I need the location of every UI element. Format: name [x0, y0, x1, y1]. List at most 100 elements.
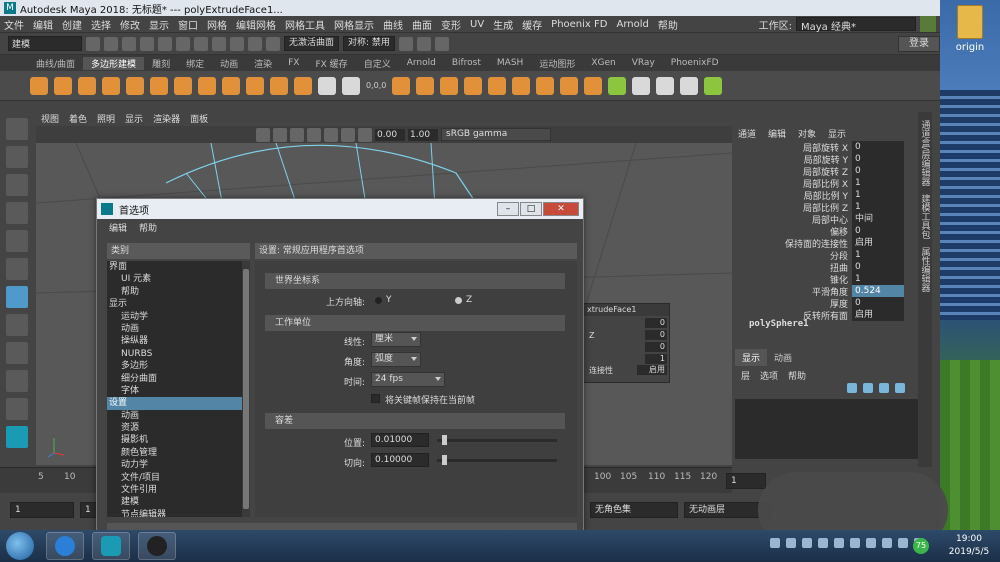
select-hierarchy-icon[interactable]: [176, 36, 190, 51]
color-space-select[interactable]: sRGB gamma: [441, 128, 551, 141]
angular-select[interactable]: 弧度: [371, 352, 421, 367]
units-section[interactable]: 工作单位: [265, 315, 565, 331]
select-tool-icon[interactable]: [6, 118, 28, 140]
poly-cylinder-icon[interactable]: [78, 76, 96, 95]
bridge-icon[interactable]: [512, 76, 531, 95]
channel-value[interactable]: 0: [852, 141, 904, 153]
tangent-field[interactable]: 0.10000: [371, 453, 429, 467]
snap-together-icon[interactable]: [342, 76, 360, 95]
position-slider-handle[interactable]: [442, 435, 447, 445]
save-scene-icon[interactable]: [122, 36, 136, 51]
vp-menu-renderer[interactable]: 渲染器: [153, 112, 180, 126]
cb-menu-show[interactable]: 显示: [828, 127, 846, 141]
smooth-shade-icon[interactable]: [273, 127, 287, 142]
lasso-tool-icon[interactable]: [6, 146, 28, 168]
poly-disc-icon[interactable]: [174, 76, 192, 95]
float-value[interactable]: 1: [645, 354, 667, 364]
channel-value[interactable]: 1: [852, 177, 904, 189]
symmetry-field[interactable]: 对称: 禁用: [343, 36, 395, 51]
vp-menu-panels[interactable]: 面板: [190, 112, 208, 126]
menu-mesh[interactable]: 网格: [207, 17, 227, 32]
transfer-attr-icon[interactable]: [318, 76, 336, 95]
shelf-tab[interactable]: 动画: [212, 57, 246, 70]
layer-menu-options[interactable]: 选项: [760, 369, 778, 382]
exposure-field[interactable]: 0.00: [375, 128, 405, 141]
separate-icon[interactable]: [416, 76, 435, 95]
shadows-icon[interactable]: [324, 127, 338, 142]
menu-create[interactable]: 创建: [62, 17, 82, 32]
poly-cube-icon[interactable]: [54, 76, 72, 95]
minimize-button[interactable]: –: [497, 202, 519, 216]
combine-icon[interactable]: [392, 76, 411, 95]
shelf-tab[interactable]: Bifrost: [444, 58, 489, 68]
channel-value[interactable]: 0: [852, 261, 904, 273]
render-icon[interactable]: [398, 36, 413, 51]
live-surface-field[interactable]: 无激活曲面: [284, 36, 340, 51]
channel-row[interactable]: 扭曲 0: [736, 261, 912, 274]
vp-menu-lighting[interactable]: 照明: [97, 112, 115, 126]
tray-icon[interactable]: [882, 538, 892, 548]
menu-generate[interactable]: 生成: [493, 17, 513, 32]
side-tab-channel-box[interactable]: 通道盒/层编辑器: [919, 120, 932, 186]
last-tool-icon[interactable]: [6, 286, 28, 308]
taskbar-app-qq[interactable]: [138, 532, 176, 560]
menu-mesh-display[interactable]: 网格显示: [334, 17, 374, 32]
menu-set-select[interactable]: 建模: [8, 36, 82, 51]
linear-select[interactable]: 厘米: [371, 332, 421, 347]
open-scene-icon[interactable]: [104, 36, 118, 51]
category-item[interactable]: 运动学: [107, 311, 250, 323]
channel-value[interactable]: 0: [852, 225, 904, 237]
menu-modify[interactable]: 修改: [120, 17, 140, 32]
cb-menu-channels[interactable]: 通道: [738, 127, 756, 141]
shelf-tab[interactable]: Arnold: [399, 58, 444, 68]
category-item[interactable]: NURBS: [107, 348, 250, 360]
channel-value[interactable]: 启用: [852, 309, 904, 321]
menu-surfaces[interactable]: 曲面: [412, 17, 432, 32]
undo-icon[interactable]: [140, 36, 154, 51]
shelf-tab[interactable]: 运动图形: [531, 57, 583, 70]
fill-hole-icon[interactable]: [584, 76, 603, 95]
channel-value[interactable]: 1: [852, 201, 904, 213]
bevel-icon[interactable]: [560, 76, 579, 95]
category-item[interactable]: 帮助: [107, 286, 250, 298]
shelf-tab[interactable]: FX 缓存: [307, 57, 355, 70]
target-weld-icon[interactable]: [656, 76, 675, 95]
position-slider[interactable]: [437, 439, 557, 442]
tolerance-section[interactable]: 容差: [265, 413, 565, 429]
tray-icon[interactable]: [786, 538, 796, 548]
taskbar-app-browser[interactable]: [46, 532, 84, 560]
shelf-tab[interactable]: PhoenixFD: [663, 58, 727, 68]
menu-arnold[interactable]: Arnold: [616, 19, 648, 30]
shelf-tab[interactable]: MASH: [489, 58, 531, 68]
vp-menu-shading[interactable]: 着色: [69, 112, 87, 126]
smooth-icon[interactable]: [440, 76, 459, 95]
menu-select[interactable]: 选择: [91, 17, 111, 32]
snap-curve-icon[interactable]: [248, 36, 262, 51]
select-component-icon[interactable]: [212, 36, 226, 51]
vp-menu-view[interactable]: 视图: [41, 112, 59, 126]
dialog-menu-help[interactable]: 帮助: [139, 221, 157, 234]
shelf-tab[interactable]: 自定义: [356, 57, 399, 70]
edge-loop-icon[interactable]: [680, 76, 699, 95]
category-item[interactable]: 多边形: [107, 360, 250, 372]
gamma-field[interactable]: 1.00: [408, 128, 438, 141]
category-item[interactable]: 文件引用: [107, 484, 250, 496]
new-scene-icon[interactable]: [86, 36, 100, 51]
channel-box-node-name[interactable]: polySphere1: [749, 319, 809, 329]
category-item[interactable]: 界面: [107, 261, 250, 273]
category-item[interactable]: 细分曲面: [107, 373, 250, 385]
channel-row[interactable]: 局部旋转 X 0: [736, 141, 912, 154]
poly-sphere-icon[interactable]: [30, 76, 48, 95]
start-button[interactable]: [6, 532, 34, 560]
multi-cut-icon[interactable]: [608, 76, 627, 95]
channel-row[interactable]: 局部比例 X 1: [736, 177, 912, 190]
shelf-tab[interactable]: 雕刻: [144, 57, 178, 70]
desktop-icon-origin[interactable]: origin: [945, 5, 995, 53]
menu-help[interactable]: 帮助: [658, 17, 678, 32]
tray-icon[interactable]: [818, 538, 828, 548]
category-item[interactable]: 设置: [107, 397, 250, 410]
clock[interactable]: 19:00 2019/5/5: [944, 533, 994, 559]
tray-icon[interactable]: [770, 538, 780, 548]
categories-scrollbar[interactable]: [242, 261, 250, 517]
channel-row[interactable]: 局部旋转 Y 0: [736, 153, 912, 166]
